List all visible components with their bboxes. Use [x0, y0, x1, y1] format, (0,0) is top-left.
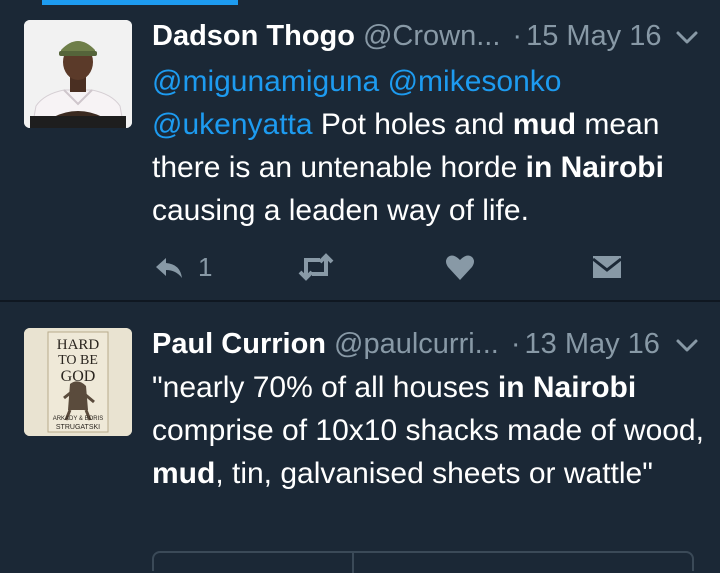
- text-run: comprise of 10x10 shacks made of wood,: [152, 414, 704, 447]
- heart-icon: [446, 255, 474, 280]
- tweet-actions: 1: [152, 248, 632, 288]
- highlight-term: mud: [512, 108, 577, 141]
- retweet-button[interactable]: [298, 250, 334, 284]
- envelope-icon: [592, 256, 622, 278]
- tweet-text: "nearly 70% of all houses in Nairobi com…: [152, 366, 712, 495]
- book-title-line: TO BE: [58, 353, 98, 368]
- tweet[interactable]: Dadson Thogo @Crown... · 15 May 16 @migunam…: [0, 0, 720, 300]
- book-title-line: HARD: [57, 337, 100, 353]
- profile-photo: [24, 20, 132, 128]
- text-run: "nearly 70% of all houses: [152, 371, 498, 404]
- separator-dot: ·: [512, 20, 523, 52]
- highlight-term: in Nairobi: [525, 151, 664, 184]
- separator-dot: ·: [510, 328, 521, 360]
- highlight-term: mud: [152, 457, 216, 490]
- retweet-icon: [298, 253, 334, 281]
- chevron-down-icon[interactable]: [674, 332, 700, 358]
- avatar[interactable]: [24, 20, 132, 128]
- avatar[interactable]: HARD TO BE GOD ARKADY & BORIS STRUGATSKI: [24, 328, 132, 436]
- chevron-down-icon[interactable]: [674, 24, 700, 50]
- author-name[interactable]: Dadson Thogo: [152, 20, 355, 52]
- reply-button[interactable]: 1: [152, 250, 222, 284]
- author-handle[interactable]: @paulcurri...: [334, 328, 499, 360]
- text-run: , tin, galvanised sheets or wattle": [215, 457, 653, 490]
- direct-message-button[interactable]: [590, 250, 624, 284]
- book-author-line: STRUGATSKI: [56, 424, 100, 431]
- card-divider: [352, 553, 354, 573]
- tweet-date[interactable]: 15 May 16: [526, 20, 661, 52]
- reply-count: 1: [198, 252, 213, 282]
- book-cover: HARD TO BE GOD ARKADY & BORIS STRUGATSKI: [24, 328, 132, 436]
- highlight-term: in Nairobi: [497, 371, 637, 404]
- text-run: Pot holes and: [312, 108, 513, 141]
- author-name[interactable]: Paul Currion: [152, 328, 326, 360]
- like-button[interactable]: [444, 250, 476, 284]
- tweet-header: Paul Currion @paulcurri... · 13 May 16: [152, 324, 700, 364]
- mention-link[interactable]: @ukenyatta: [152, 108, 313, 141]
- tweet-header: Dadson Thogo @Crown... · 15 May 16: [152, 16, 700, 56]
- mention-link[interactable]: @migunamiguna: [152, 65, 379, 98]
- tweet-text: @migunamiguna @mikesonko @ukenyatta Pot …: [152, 60, 712, 232]
- author-handle[interactable]: @Crown...: [363, 20, 500, 52]
- mention-link[interactable]: @mikesonko: [388, 65, 562, 98]
- link-card[interactable]: [152, 551, 694, 573]
- tweet-date[interactable]: 13 May 16: [525, 328, 660, 360]
- book-author-line: ARKADY & BORIS: [53, 416, 104, 422]
- reply-icon: [156, 258, 182, 278]
- text-run: causing a leaden way of life.: [152, 194, 529, 227]
